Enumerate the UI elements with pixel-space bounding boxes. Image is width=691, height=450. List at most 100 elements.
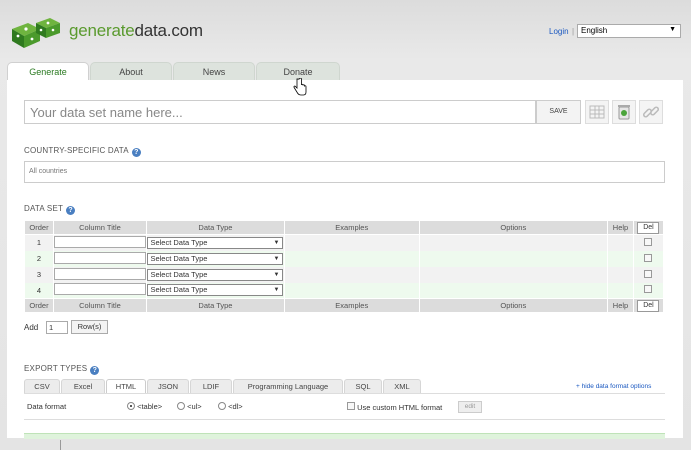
- row-examples: [283, 250, 420, 267]
- row-help: [607, 282, 634, 299]
- table-row: 3 Select Data Type ▼: [24, 266, 665, 283]
- help-icon[interactable]: ?: [90, 366, 100, 375]
- format-divider: [24, 419, 665, 420]
- export-tab-programming-language[interactable]: Programming Language: [233, 379, 343, 394]
- row-order: 3: [24, 266, 54, 283]
- column-title-input[interactable]: [53, 251, 146, 264]
- custom-format-label: Use custom HTML format: [357, 403, 443, 412]
- row-order: 1: [24, 234, 54, 251]
- table-row: 1 Select Data Type ▼: [24, 234, 665, 251]
- custom-format-checkbox[interactable]: [347, 402, 355, 410]
- custom-format-option[interactable]: Use custom HTML format: [347, 402, 442, 412]
- export-tab-ldif[interactable]: LDIF: [190, 379, 232, 394]
- country-title-text: COUNTRY-SPECIFIC DATA: [24, 146, 129, 155]
- col-del-footer: Del: [632, 298, 665, 313]
- tab-about[interactable]: About: [90, 62, 172, 81]
- table-header-row: Order Column Title Data Type Examples Op…: [24, 220, 665, 235]
- format-option-table[interactable]: <table>: [127, 402, 162, 411]
- export-tab-excel[interactable]: Excel: [61, 379, 105, 394]
- export-tab-xml[interactable]: XML: [383, 379, 421, 394]
- recycle-bin-icon[interactable]: [612, 100, 636, 124]
- row-title-cell: [52, 282, 147, 299]
- data-type-select[interactable]: Select Data Type ▼: [147, 268, 284, 281]
- dataset-section-title: DATA SET?: [24, 204, 76, 215]
- add-label: Add: [24, 323, 39, 332]
- row-del-cell: [632, 266, 665, 283]
- export-tab-sql[interactable]: SQL: [344, 379, 382, 394]
- data-type-value: Select Data Type: [150, 269, 208, 279]
- help-icon[interactable]: ?: [131, 148, 141, 157]
- export-tab-json[interactable]: JSON: [147, 379, 189, 394]
- row-datatype-cell: Select Data Type ▼: [145, 234, 285, 251]
- dice-logo-icon[interactable]: [10, 17, 62, 49]
- site-logo-text[interactable]: generatedata.com: [69, 21, 203, 41]
- country-section-title: COUNTRY-SPECIFIC DATA?: [24, 146, 141, 157]
- export-tab-html[interactable]: HTML: [106, 379, 146, 394]
- country-select[interactable]: All countries: [24, 161, 665, 183]
- help-icon[interactable]: ?: [66, 206, 76, 215]
- row-del-cell: [632, 250, 665, 267]
- row-help: [607, 234, 634, 251]
- site-header: generatedata.com Login | English ▼: [0, 0, 691, 62]
- data-type-select[interactable]: Select Data Type ▼: [147, 284, 284, 297]
- format-option-dl[interactable]: <dl>: [218, 402, 243, 411]
- row-help: [607, 266, 634, 283]
- data-type-value: Select Data Type: [150, 253, 208, 263]
- row-order: 4: [24, 282, 54, 299]
- column-title-input[interactable]: [53, 283, 146, 296]
- row-delete-checkbox[interactable]: [644, 253, 653, 262]
- row-options: [418, 266, 609, 283]
- col-options-footer: Options: [418, 298, 609, 313]
- data-type-value: Select Data Type: [150, 237, 208, 247]
- row-options: [418, 234, 609, 251]
- dataset-table: Order Column Title Data Type Examples Op…: [24, 220, 665, 313]
- column-title-input[interactable]: [53, 267, 146, 280]
- chevron-down-icon: ▼: [273, 271, 280, 278]
- tab-generate[interactable]: Generate: [7, 62, 89, 82]
- chevron-down-icon: ▼: [669, 26, 676, 33]
- chevron-down-icon: ▼: [273, 255, 280, 262]
- hide-format-options-link[interactable]: + hide data format options: [576, 383, 651, 390]
- row-delete-checkbox[interactable]: [644, 285, 653, 294]
- col-order-footer: Order: [24, 298, 54, 313]
- data-type-value: Select Data Type: [150, 285, 208, 295]
- col-examples-footer: Examples: [283, 298, 420, 313]
- row-delete-checkbox[interactable]: [644, 269, 653, 278]
- row-title-cell: [52, 266, 147, 283]
- row-options: [418, 282, 609, 299]
- hand-cursor-icon: [293, 78, 307, 96]
- row-datatype-cell: Select Data Type ▼: [145, 250, 285, 267]
- language-select[interactable]: English ▼: [577, 24, 681, 38]
- format-table-radio[interactable]: [127, 402, 135, 410]
- delete-selected-button[interactable]: Del: [637, 299, 660, 312]
- data-type-select[interactable]: Select Data Type ▼: [147, 236, 284, 249]
- login-link[interactable]: Login: [549, 27, 569, 36]
- format-dl-label: <dl>: [228, 402, 243, 411]
- export-section-title: EXPORT TYPES?: [24, 364, 100, 375]
- table-row: 4 Select Data Type ▼: [24, 282, 665, 299]
- save-button[interactable]: SAVE: [536, 100, 581, 124]
- data-format-label: Data format: [27, 402, 67, 411]
- row-datatype-cell: Select Data Type ▼: [145, 266, 285, 283]
- generate-bar: [24, 433, 665, 439]
- link-icon[interactable]: [639, 100, 663, 124]
- format-option-ul[interactable]: <ul>: [177, 402, 202, 411]
- tab-news[interactable]: News: [173, 62, 255, 81]
- row-examples: [283, 282, 420, 299]
- row-del-cell: [632, 234, 665, 251]
- add-rows-button[interactable]: Row(s): [71, 320, 108, 334]
- grid-icon[interactable]: [585, 100, 609, 124]
- column-title-input[interactable]: [53, 235, 146, 248]
- edit-format-button[interactable]: edit: [458, 401, 482, 413]
- format-dl-radio[interactable]: [218, 402, 226, 410]
- col-examples-header: Examples: [283, 220, 420, 235]
- data-type-select[interactable]: Select Data Type ▼: [147, 252, 284, 265]
- format-ul-radio[interactable]: [177, 402, 185, 410]
- dataset-name-input[interactable]: Your data set name here...: [24, 100, 536, 124]
- row-delete-checkbox[interactable]: [644, 237, 653, 246]
- add-rows-count-input[interactable]: 1: [46, 321, 68, 334]
- generate-panel: Your data set name here... SAVE COUNTRY-…: [7, 80, 683, 439]
- delete-selected-button[interactable]: Del: [637, 221, 660, 234]
- export-tab-csv[interactable]: CSV: [24, 379, 60, 394]
- col-order-header: Order: [24, 220, 54, 235]
